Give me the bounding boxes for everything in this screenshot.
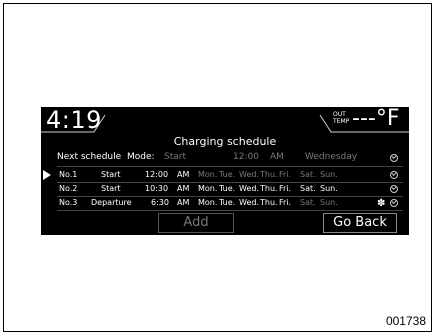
check-circle-icon[interactable] bbox=[390, 199, 398, 207]
next-time: 12:00 bbox=[233, 152, 259, 162]
divider bbox=[57, 210, 403, 211]
out-temp-label-line1: OUT bbox=[333, 111, 346, 118]
schedule-day: Tue. bbox=[219, 198, 236, 207]
schedule-mode: Start bbox=[101, 184, 121, 193]
schedule-day: Fri. bbox=[279, 170, 292, 179]
schedule-day: Sat. bbox=[300, 184, 316, 193]
schedule-ampm: AM bbox=[177, 184, 190, 193]
schedule-row[interactable]: No.3 Departure 6:30 AM Mon. Tue. Wed. Thu. Fri. S… bbox=[57, 198, 403, 210]
schedule-day: Tue. bbox=[219, 170, 236, 179]
schedule-day: Thu. bbox=[260, 184, 278, 193]
schedule-day: Thu. bbox=[260, 170, 278, 179]
schedule-time: 10:30 bbox=[145, 184, 169, 193]
schedule-day: Sat. bbox=[300, 198, 316, 207]
clock: 4:19 bbox=[46, 107, 102, 134]
schedule-day: Sun. bbox=[320, 170, 338, 179]
schedule-day: Wed. bbox=[239, 184, 259, 193]
next-schedule-row: Next schedule Mode: Start 12:00 AM Wedne… bbox=[57, 152, 403, 166]
schedule-day: Sat. bbox=[300, 170, 316, 179]
schedule-number: No.1 bbox=[59, 170, 78, 179]
next-mode-value: Start bbox=[164, 152, 186, 162]
schedule-day: Mon. bbox=[198, 184, 218, 193]
schedule-day: Sun. bbox=[320, 184, 338, 193]
schedule-day: Mon. bbox=[198, 170, 218, 179]
schedule-day: Wed. bbox=[239, 170, 259, 179]
schedule-ampm: AM bbox=[177, 198, 190, 207]
next-mode-label: Mode: bbox=[127, 152, 155, 162]
schedule-day: Tue. bbox=[219, 184, 236, 193]
out-temp-label: OUT TEMP bbox=[333, 111, 349, 125]
schedule-ampm: AM bbox=[177, 170, 190, 179]
schedule-row[interactable]: No.2 Start 10:30 AM Mon. Tue. Wed. Thu. Fri. Sat.… bbox=[57, 184, 403, 196]
divider bbox=[57, 196, 403, 197]
check-circle-icon bbox=[390, 154, 398, 162]
schedule-row[interactable]: No.1 Start 12:00 AM Mon. Tue. Wed. Thu. Fri. Sat.… bbox=[57, 170, 403, 182]
schedule-day: Fri. bbox=[279, 198, 292, 207]
next-ampm: AM bbox=[270, 152, 284, 162]
schedule-mode: Departure bbox=[91, 198, 132, 207]
play-arrow-icon bbox=[43, 170, 51, 180]
schedule-day: Wed. bbox=[239, 198, 259, 207]
next-schedule-label: Next schedule bbox=[57, 152, 122, 162]
divider bbox=[57, 182, 403, 183]
divider bbox=[57, 166, 403, 167]
schedule-time: 6:30 bbox=[151, 198, 169, 207]
schedule-mode: Start bbox=[101, 170, 121, 179]
schedule-day: Fri. bbox=[279, 184, 292, 193]
schedule-number: No.3 bbox=[59, 198, 78, 207]
schedule-number: No.2 bbox=[59, 184, 78, 193]
schedule-day: Sun. bbox=[320, 198, 338, 207]
check-circle-icon[interactable] bbox=[390, 171, 398, 179]
screen-title: Charging schedule bbox=[173, 135, 277, 148]
schedule-day: Thu. bbox=[260, 198, 278, 207]
figure-number: 001738 bbox=[385, 314, 426, 328]
go-back-button[interactable]: Go Back bbox=[323, 213, 397, 233]
schedule-day: Mon. bbox=[198, 198, 218, 207]
next-day: Wednesday bbox=[305, 152, 358, 162]
fan-icon: ✽ bbox=[377, 198, 386, 209]
schedule-time: 12:00 bbox=[145, 170, 169, 179]
out-temp-value: ---°F bbox=[352, 107, 400, 131]
add-button[interactable]: Add bbox=[158, 213, 234, 233]
charging-schedule-screen: 4:19 OUT TEMP ---°F Charging schedule Ne… bbox=[41, 107, 409, 235]
check-circle-icon[interactable] bbox=[390, 185, 398, 193]
out-temp-label-line2: TEMP bbox=[333, 118, 350, 125]
